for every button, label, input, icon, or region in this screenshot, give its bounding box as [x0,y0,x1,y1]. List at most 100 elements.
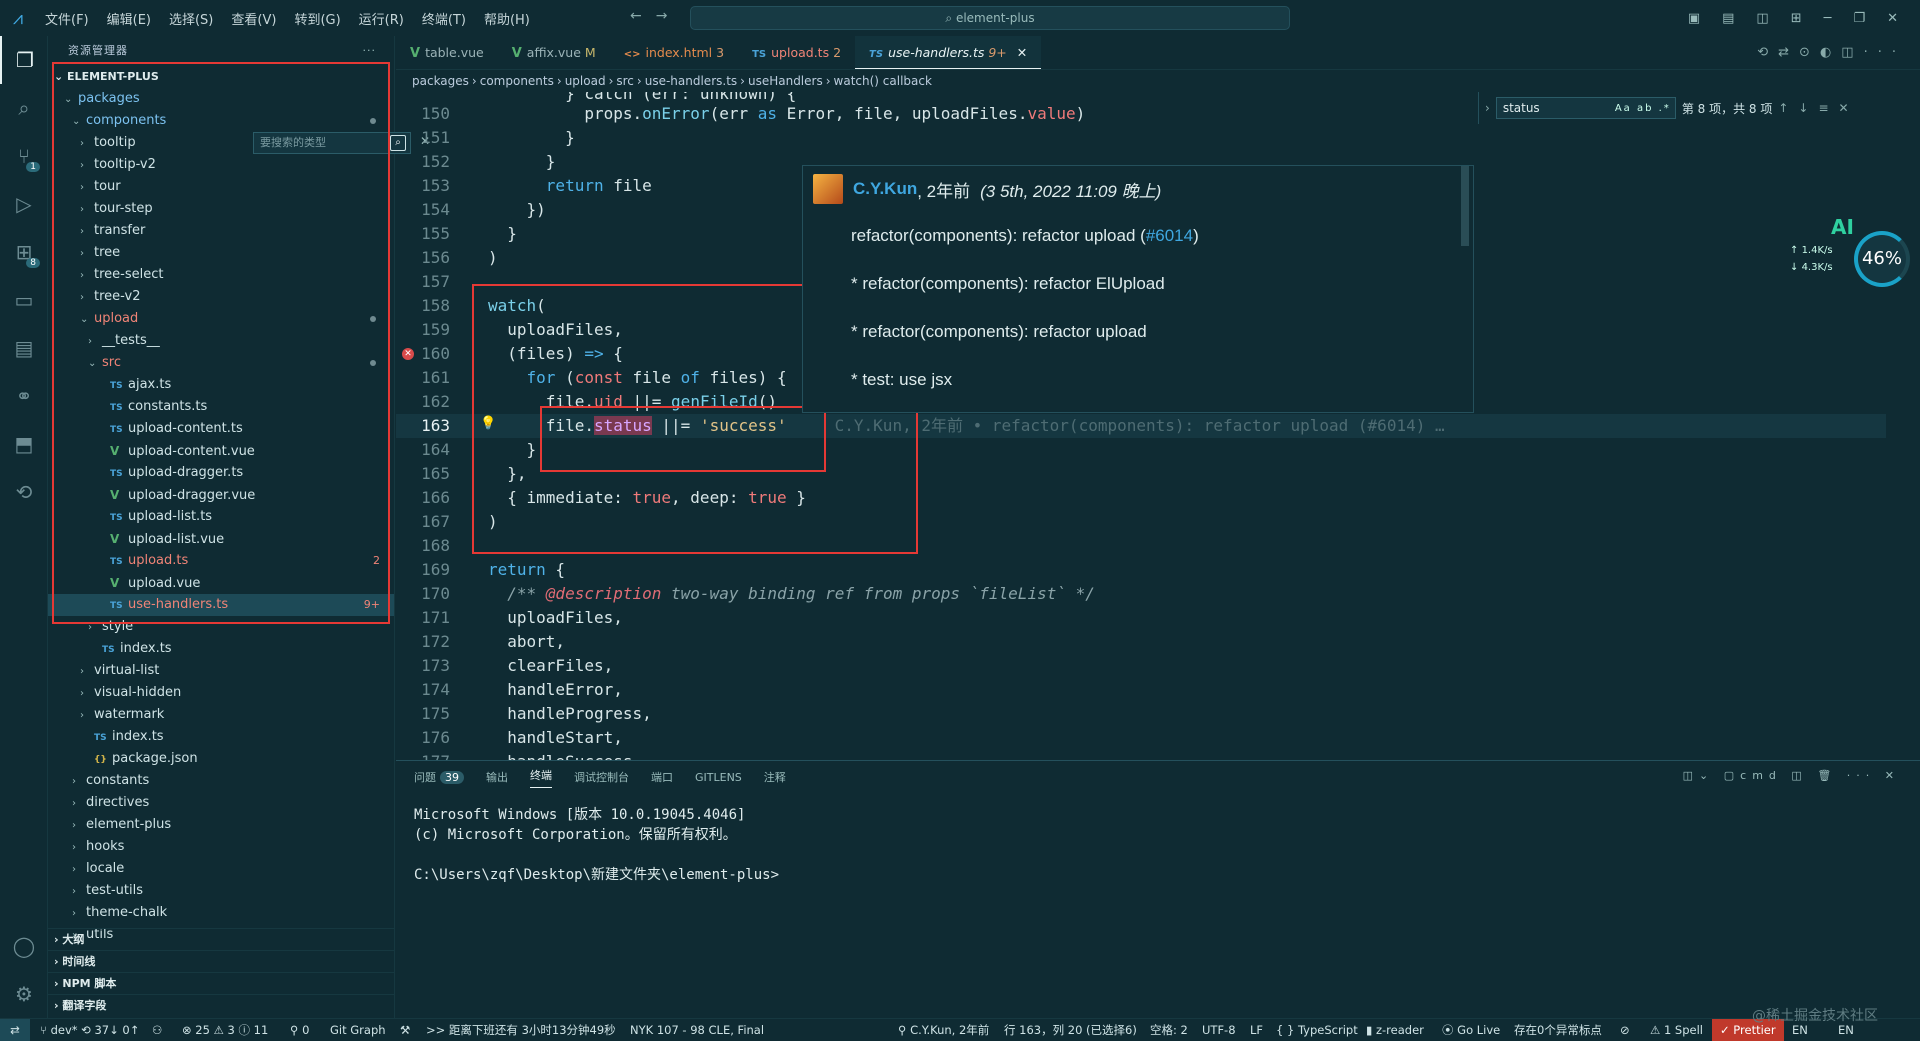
settings-gear-icon[interactable]: ⚙ [0,970,48,1018]
editor-tab[interactable]: Vtable.vue [396,36,498,69]
menu-terminal[interactable]: 终端(T) [422,13,466,28]
tree-item[interactable]: {} package.json [48,748,394,770]
layout-icon[interactable]: ⊞ [1791,11,1802,26]
compare-icon[interactable]: ⇄ [1778,45,1799,60]
remote-explorer-icon[interactable]: ▭ [0,276,48,324]
tree-item[interactable]: › tour [48,176,394,198]
command-center[interactable]: ⌕ element-plus [690,6,1290,30]
cursor-position[interactable]: 行 163，列 20 (已选择6) [1004,1019,1137,1041]
breadcrumb-item[interactable]: packages [412,74,469,88]
more-actions-icon[interactable]: ··· [363,36,377,66]
tree-item[interactable]: TS constants.ts [48,396,394,418]
breadcrumb-item[interactable]: upload [565,74,606,88]
editor-tab[interactable]: TS use-handlers.ts 9+ ✕ [855,36,1042,69]
editor-tab[interactable]: <> index.html 3 [610,36,738,69]
branch-status[interactable]: ⑂ dev* ⟲ 37↓ 0↑ [40,1019,139,1041]
tree-item[interactable]: › tree [48,242,394,264]
blame-status[interactable]: ⚲ C.Y.Kun, 2年前 [898,1019,989,1041]
panel-tab[interactable]: 端口 [651,769,673,785]
run-debug-icon[interactable]: ▷ [0,180,48,228]
lightbulb-icon[interactable]: 💡 [480,416,496,431]
encoding-status[interactable]: UTF-8 [1202,1019,1236,1041]
tree-item[interactable]: › virtual-list [48,660,394,682]
editor-tab[interactable]: TS upload.ts 2 [738,36,855,69]
tree-item[interactable]: › element-plus [48,814,394,836]
tree-item[interactable]: TS upload-dragger.ts [48,462,394,484]
toggle-blame-icon[interactable]: ◐ [1820,45,1841,60]
notification-icon[interactable]: ⊘ [1620,1019,1630,1041]
tree-item[interactable]: Vupload-dragger.vue [48,484,394,506]
tree-item[interactable]: › tree-v2 [48,286,394,308]
tree-item[interactable]: Vupload.vue [48,572,394,594]
tree-item[interactable]: TS upload.ts 2 [48,550,394,572]
terminal-shell-icon[interactable]: ▢ [1724,769,1740,782]
forward-arrow-icon[interactable]: → [656,8,682,24]
find-next-icon[interactable]: ↓ [1798,101,1818,115]
close-panel-icon[interactable]: ✕ [1885,769,1900,782]
tree-item[interactable]: › test-utils [48,880,394,902]
tree-item[interactable]: Vupload-list.vue [48,528,394,550]
menu-help[interactable]: 帮助(H) [484,13,530,28]
sidebar-section-header[interactable]: › 大纲 [48,928,394,950]
tree-item[interactable]: › tree-select [48,264,394,286]
panel-tab[interactable]: 问题 39 [414,769,464,785]
tree-item[interactable]: ⌄ src [48,352,394,374]
tree-item[interactable]: › style [48,616,394,638]
problems-status[interactable]: ⊗ 25 ⚠ 3 ⓘ 11 [182,1019,268,1041]
punctuation-status[interactable]: 存在0个异常标点 [1514,1019,1602,1041]
tree-item[interactable]: TS upload-content.ts [48,418,394,440]
explorer-icon[interactable]: ❐ [0,36,48,84]
tree-item[interactable]: TS index.ts [48,638,394,660]
split-editor-icon[interactable]: ◫ [1841,45,1863,60]
remote-icon[interactable]: ⇄ [0,1019,30,1041]
source-control-icon[interactable]: ⑂ 1 [0,132,48,180]
toggle-secondary-sidebar-icon[interactable]: ◫ [1756,11,1768,26]
tree-item[interactable]: › visual-hidden [48,682,394,704]
language-status[interactable]: { } TypeScript [1276,1019,1358,1041]
menu-selection[interactable]: 选择(S) [169,13,213,28]
panel-tab[interactable]: 输出 [486,769,508,785]
search-view-icon[interactable]: ⌕ [0,84,48,132]
wrench-status-icon[interactable]: ⚒ [400,1019,410,1041]
menu-view[interactable]: 查看(V) [231,13,276,28]
eol-status[interactable]: LF [1250,1019,1263,1041]
spell-status[interactable]: ⚠ 1 Spell [1650,1019,1703,1041]
breadcrumb-item[interactable]: watch() callback [834,74,932,88]
kill-terminal-icon[interactable]: 🗑 [1817,769,1837,782]
go-live-status[interactable]: ⦿ Go Live [1442,1019,1500,1041]
close-window-icon[interactable]: ✕ [1887,11,1898,26]
hover-scrollbar[interactable] [1461,166,1469,246]
panel-tab[interactable]: GITLENS [695,771,742,784]
tree-item[interactable]: › locale [48,858,394,880]
account-status-icon[interactable]: ⚇ [152,1019,162,1041]
menu-run[interactable]: 运行(R) [359,13,404,28]
find-prev-icon[interactable]: ↑ [1778,101,1798,115]
panel-tab[interactable]: 注释 [764,769,786,785]
toggle-sidebar-icon[interactable]: ▣ [1688,11,1700,26]
new-terminal-icon[interactable]: ◫⌄ [1683,769,1715,782]
history-icon[interactable]: ⟲ [1757,45,1778,60]
git-graph-status[interactable]: Git Graph [330,1019,386,1041]
tree-item[interactable]: › theme-chalk [48,902,394,924]
terminal-output[interactable]: Microsoft Windows [版本 10.0.19045.4046] (… [396,793,1920,897]
panel-more-icon[interactable]: ··· [1847,769,1876,782]
split-terminal-icon[interactable]: ◫ [1791,769,1807,782]
find-toggle-replace-icon[interactable]: › [1485,101,1490,115]
tree-item[interactable]: ⌄ upload [48,308,394,330]
folder-icon[interactable]: ▤ [0,324,48,372]
menu-edit[interactable]: 编辑(E) [107,13,151,28]
pr-link[interactable]: #6014 [1146,226,1193,245]
docker-icon[interactable]: ⬒ [0,420,48,468]
ports-status[interactable]: ⚲ 0 [290,1019,309,1041]
tree-item[interactable]: TS index.ts [48,726,394,748]
tree-item[interactable]: › constants [48,770,394,792]
commit-icon[interactable]: ⊙ [1799,45,1820,60]
find-options[interactable]: Aa ab .* [1615,99,1671,119]
tree-item[interactable]: TS use-handlers.ts 9+ [48,594,394,616]
tree-item[interactable]: › hooks [48,836,394,858]
tree-item[interactable]: › tooltip-v2 [48,154,394,176]
terminal-shell-label[interactable]: cmd [1740,769,1782,782]
timeline-icon[interactable]: ⟲ [0,468,48,516]
menu-go[interactable]: 转到(G) [294,13,340,28]
error-gutter-icon[interactable]: ✕ [402,348,414,360]
